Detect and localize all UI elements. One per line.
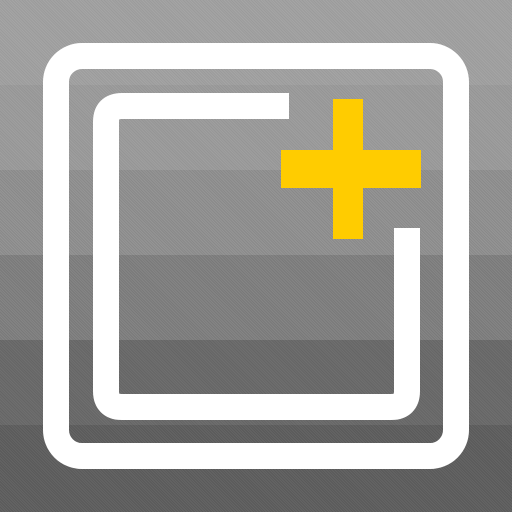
plus-icon — [281, 99, 421, 239]
app-icon — [0, 0, 512, 512]
add-frame-icon — [43, 43, 469, 469]
